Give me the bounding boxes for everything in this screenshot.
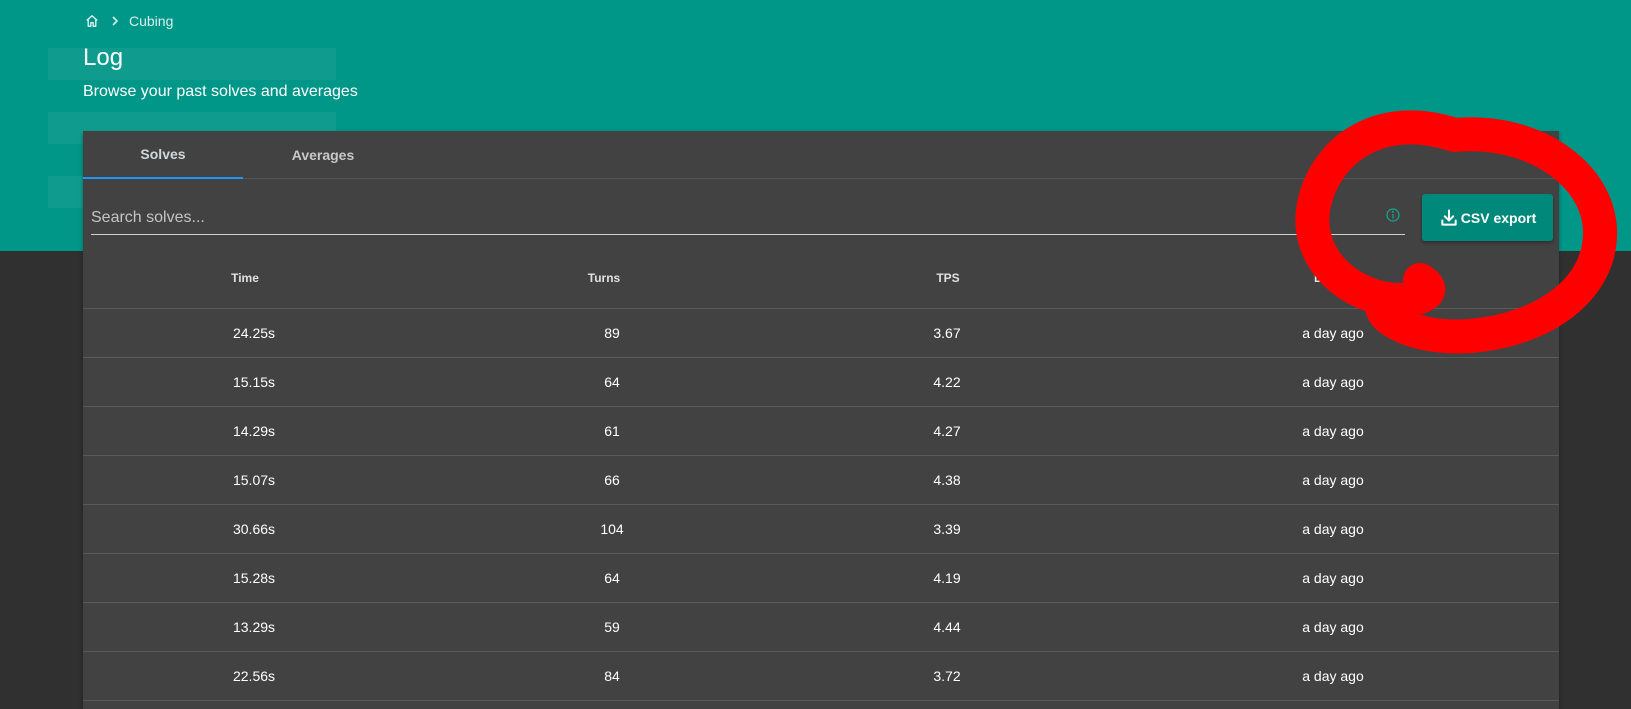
table-row[interactable]: 15.15s 64 4.22 a day ago (83, 358, 1559, 407)
cell-tps: 4.19 (933, 570, 961, 586)
cell-tps: 4.22 (933, 374, 961, 390)
tab-bar: Solves Averages (83, 131, 1559, 179)
solves-table-body: 24.25s 89 3.67 a day ago 15.15s 64 4.22 … (83, 309, 1559, 701)
column-header-turns[interactable]: Turns (588, 249, 620, 307)
breadcrumb: Cubing (85, 12, 173, 30)
cell-time: 14.29s (232, 423, 276, 439)
cell-date: a day ago (1302, 325, 1364, 341)
table-row[interactable]: 15.07s 66 4.38 a day ago (83, 456, 1559, 505)
page-subtitle: Browse your past solves and averages (83, 83, 358, 100)
cell-turns: 104 (600, 521, 624, 537)
cell-time: 30.66s (232, 521, 276, 537)
table-row[interactable]: 24.25s 89 3.67 a day ago (83, 309, 1559, 358)
log-card: Solves Averages CSV export Time Turns TP… (83, 131, 1559, 709)
cell-date: a day ago (1302, 521, 1364, 537)
cell-tps: 4.27 (933, 423, 961, 439)
csv-export-button[interactable]: CSV export (1422, 194, 1553, 241)
cell-tps: 3.67 (933, 325, 961, 341)
cell-date: a day ago (1302, 423, 1364, 439)
cell-time: 24.25s (232, 325, 276, 341)
search-input[interactable] (91, 201, 1371, 234)
cell-turns: 64 (604, 374, 620, 390)
cell-time: 15.28s (232, 570, 276, 586)
column-header-date[interactable]: Date (1314, 249, 1340, 307)
breadcrumb-cubing[interactable]: Cubing (129, 13, 173, 29)
cell-time: 15.07s (232, 472, 276, 488)
table-row[interactable]: 22.56s 84 3.72 a day ago (83, 652, 1559, 701)
cell-tps: 3.72 (933, 668, 961, 684)
info-icon[interactable] (1385, 207, 1401, 223)
cell-date: a day ago (1302, 374, 1364, 390)
cell-turns: 59 (604, 619, 620, 635)
cell-turns: 89 (604, 325, 620, 341)
cell-tps: 4.44 (933, 619, 961, 635)
cell-date: a day ago (1302, 472, 1364, 488)
table-header: Time Turns TPS Date (83, 249, 1559, 309)
cell-turns: 66 (604, 472, 620, 488)
cell-tps: 3.39 (933, 521, 961, 537)
search-field (91, 201, 1405, 235)
table-row[interactable]: 14.29s 61 4.27 a day ago (83, 407, 1559, 456)
cell-turns: 84 (604, 668, 620, 684)
cell-turns: 64 (604, 570, 620, 586)
cell-time: 13.29s (232, 619, 276, 635)
cell-time: 15.15s (232, 374, 276, 390)
breadcrumb-home[interactable] (85, 14, 99, 28)
tab-solves[interactable]: Solves (83, 131, 243, 179)
table-row[interactable]: 15.28s 64 4.19 a day ago (83, 554, 1559, 603)
cell-time: 22.56s (232, 668, 276, 684)
column-header-time[interactable]: Time (231, 249, 259, 307)
table-row[interactable]: 13.29s 59 4.44 a day ago (83, 603, 1559, 652)
home-icon (86, 15, 98, 27)
tab-averages[interactable]: Averages (243, 131, 403, 179)
table-row[interactable]: 30.66s 104 3.39 a day ago (83, 505, 1559, 554)
cell-tps: 4.38 (933, 472, 961, 488)
cell-date: a day ago (1302, 619, 1364, 635)
cell-turns: 61 (604, 423, 620, 439)
column-header-tps[interactable]: TPS (936, 249, 959, 307)
chevron-right-icon (111, 16, 119, 26)
page-title: Log (83, 44, 124, 71)
download-icon (1441, 209, 1457, 226)
csv-export-label: CSV export (1460, 209, 1537, 226)
cell-date: a day ago (1302, 570, 1364, 586)
cell-date: a day ago (1302, 668, 1364, 684)
